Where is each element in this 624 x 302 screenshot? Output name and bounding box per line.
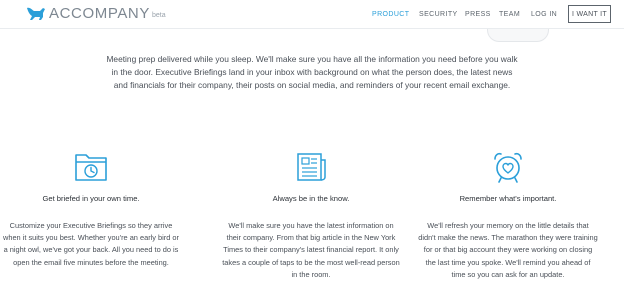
i-want-it-button[interactable]: I WANT IT	[568, 5, 611, 23]
feature-description: Customize your Executive Briefings so th…	[3, 221, 179, 267]
nav-links: PRODUCT SECURITY PRESS TEAM LOG IN	[0, 11, 624, 21]
feature-card-briefed: Get briefed in your own time. Customize …	[1, 150, 181, 269]
alarm-clock-heart-icon	[494, 152, 522, 183]
nav-link-security[interactable]: SECURITY	[419, 11, 458, 18]
intro-paragraph: Meeting prep delivered while you sleep. …	[106, 54, 518, 90]
device-preview-edge	[487, 29, 549, 42]
feature-title: Get briefed in your own time.	[42, 194, 140, 203]
nav-link-team[interactable]: TEAM	[499, 11, 520, 18]
top-navigation: ACCOMPANY beta PRODUCT SECURITY PRESS TE…	[0, 0, 624, 29]
feature-description: We'll refresh your memory on the little …	[418, 221, 598, 279]
feature-title: Remember what's important.	[459, 194, 557, 203]
nav-link-login[interactable]: LOG IN	[531, 11, 557, 18]
newspaper-icon	[297, 153, 326, 181]
feature-description: We'll make sure you have the latest info…	[222, 221, 400, 279]
feature-title: Always be in the know.	[272, 194, 350, 203]
nav-link-press[interactable]: PRESS	[465, 11, 491, 18]
nav-link-product[interactable]: PRODUCT	[372, 11, 409, 18]
feature-card-know: Always be in the know. We'll make sure y…	[221, 150, 401, 281]
folder-clock-icon	[75, 154, 107, 181]
feature-card-remember: Remember what's important. We'll refresh…	[418, 150, 598, 281]
